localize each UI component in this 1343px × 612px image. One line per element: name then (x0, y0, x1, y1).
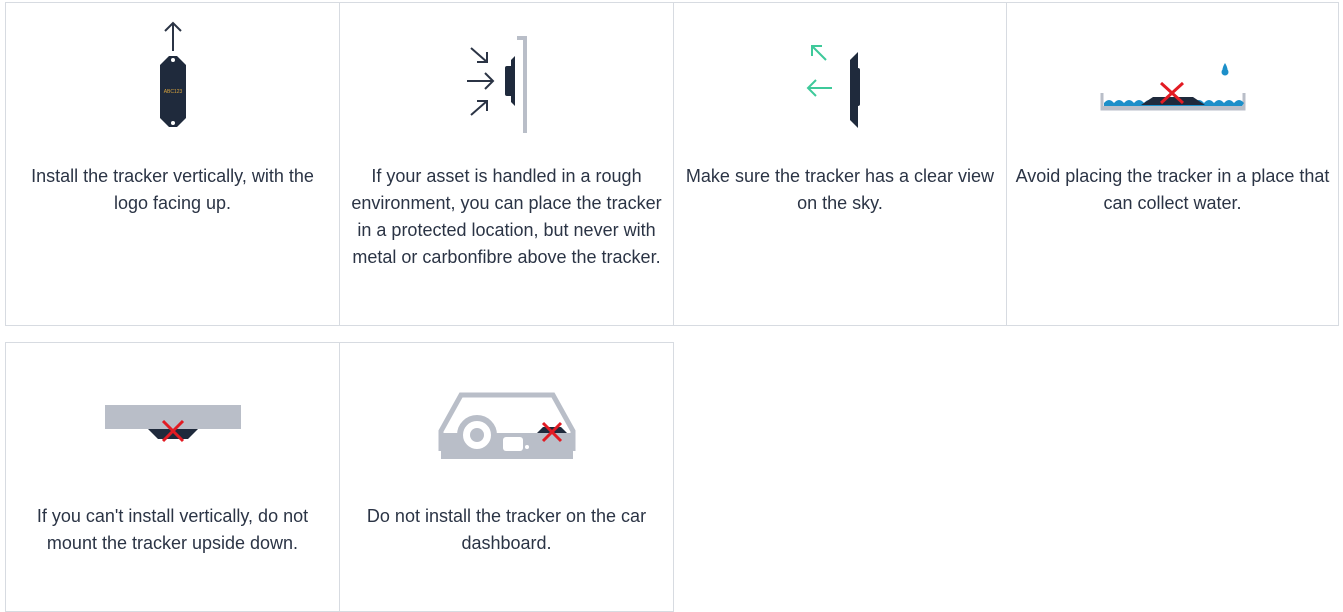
tip-caption: Make sure the tracker has a clear view o… (685, 166, 995, 213)
tracker-dashboard-forbidden-icon (438, 392, 575, 459)
tip-illustration (340, 343, 673, 493)
tracker-protected-location-icon (466, 36, 527, 133)
tip-illustration: ABC123 (6, 3, 339, 153)
tip-caption: Avoid placing the tracker in a place tha… (1015, 166, 1330, 213)
tip-card-water: Avoid placing the tracker in a place tha… (1006, 2, 1339, 326)
tracker-water-collect-forbidden-icon (1100, 63, 1245, 111)
tip-illustration (674, 3, 1006, 153)
tip-caption: Do not install the tracker on the car da… (366, 506, 647, 553)
tip-card-vertical: ABC123 Install the tracker vertically, w… (5, 2, 340, 326)
tip-caption: If you can't install vertically, do not … (36, 506, 309, 553)
tip-illustration (340, 3, 673, 153)
tip-caption: Install the tracker vertically, with the… (31, 166, 314, 213)
tip-illustration (1007, 3, 1338, 153)
tip-caption: If your asset is handled in a rough envi… (351, 166, 662, 267)
tip-card-upside-down: If you can't install vertically, do not … (5, 342, 340, 612)
tip-card-clear-sky: Make sure the tracker has a clear view o… (673, 2, 1007, 326)
tracker-upside-down-forbidden-icon (104, 405, 241, 443)
tracker-clear-sky-view-icon (806, 45, 860, 128)
device-logo-text: ABC123 (163, 89, 182, 95)
tip-illustration (6, 343, 339, 493)
tip-card-dashboard: Do not install the tracker on the car da… (339, 342, 674, 612)
tracker-vertical-up-arrow-icon: ABC123 (159, 21, 186, 127)
tip-card-protected-location: If your asset is handled in a rough envi… (339, 2, 674, 326)
